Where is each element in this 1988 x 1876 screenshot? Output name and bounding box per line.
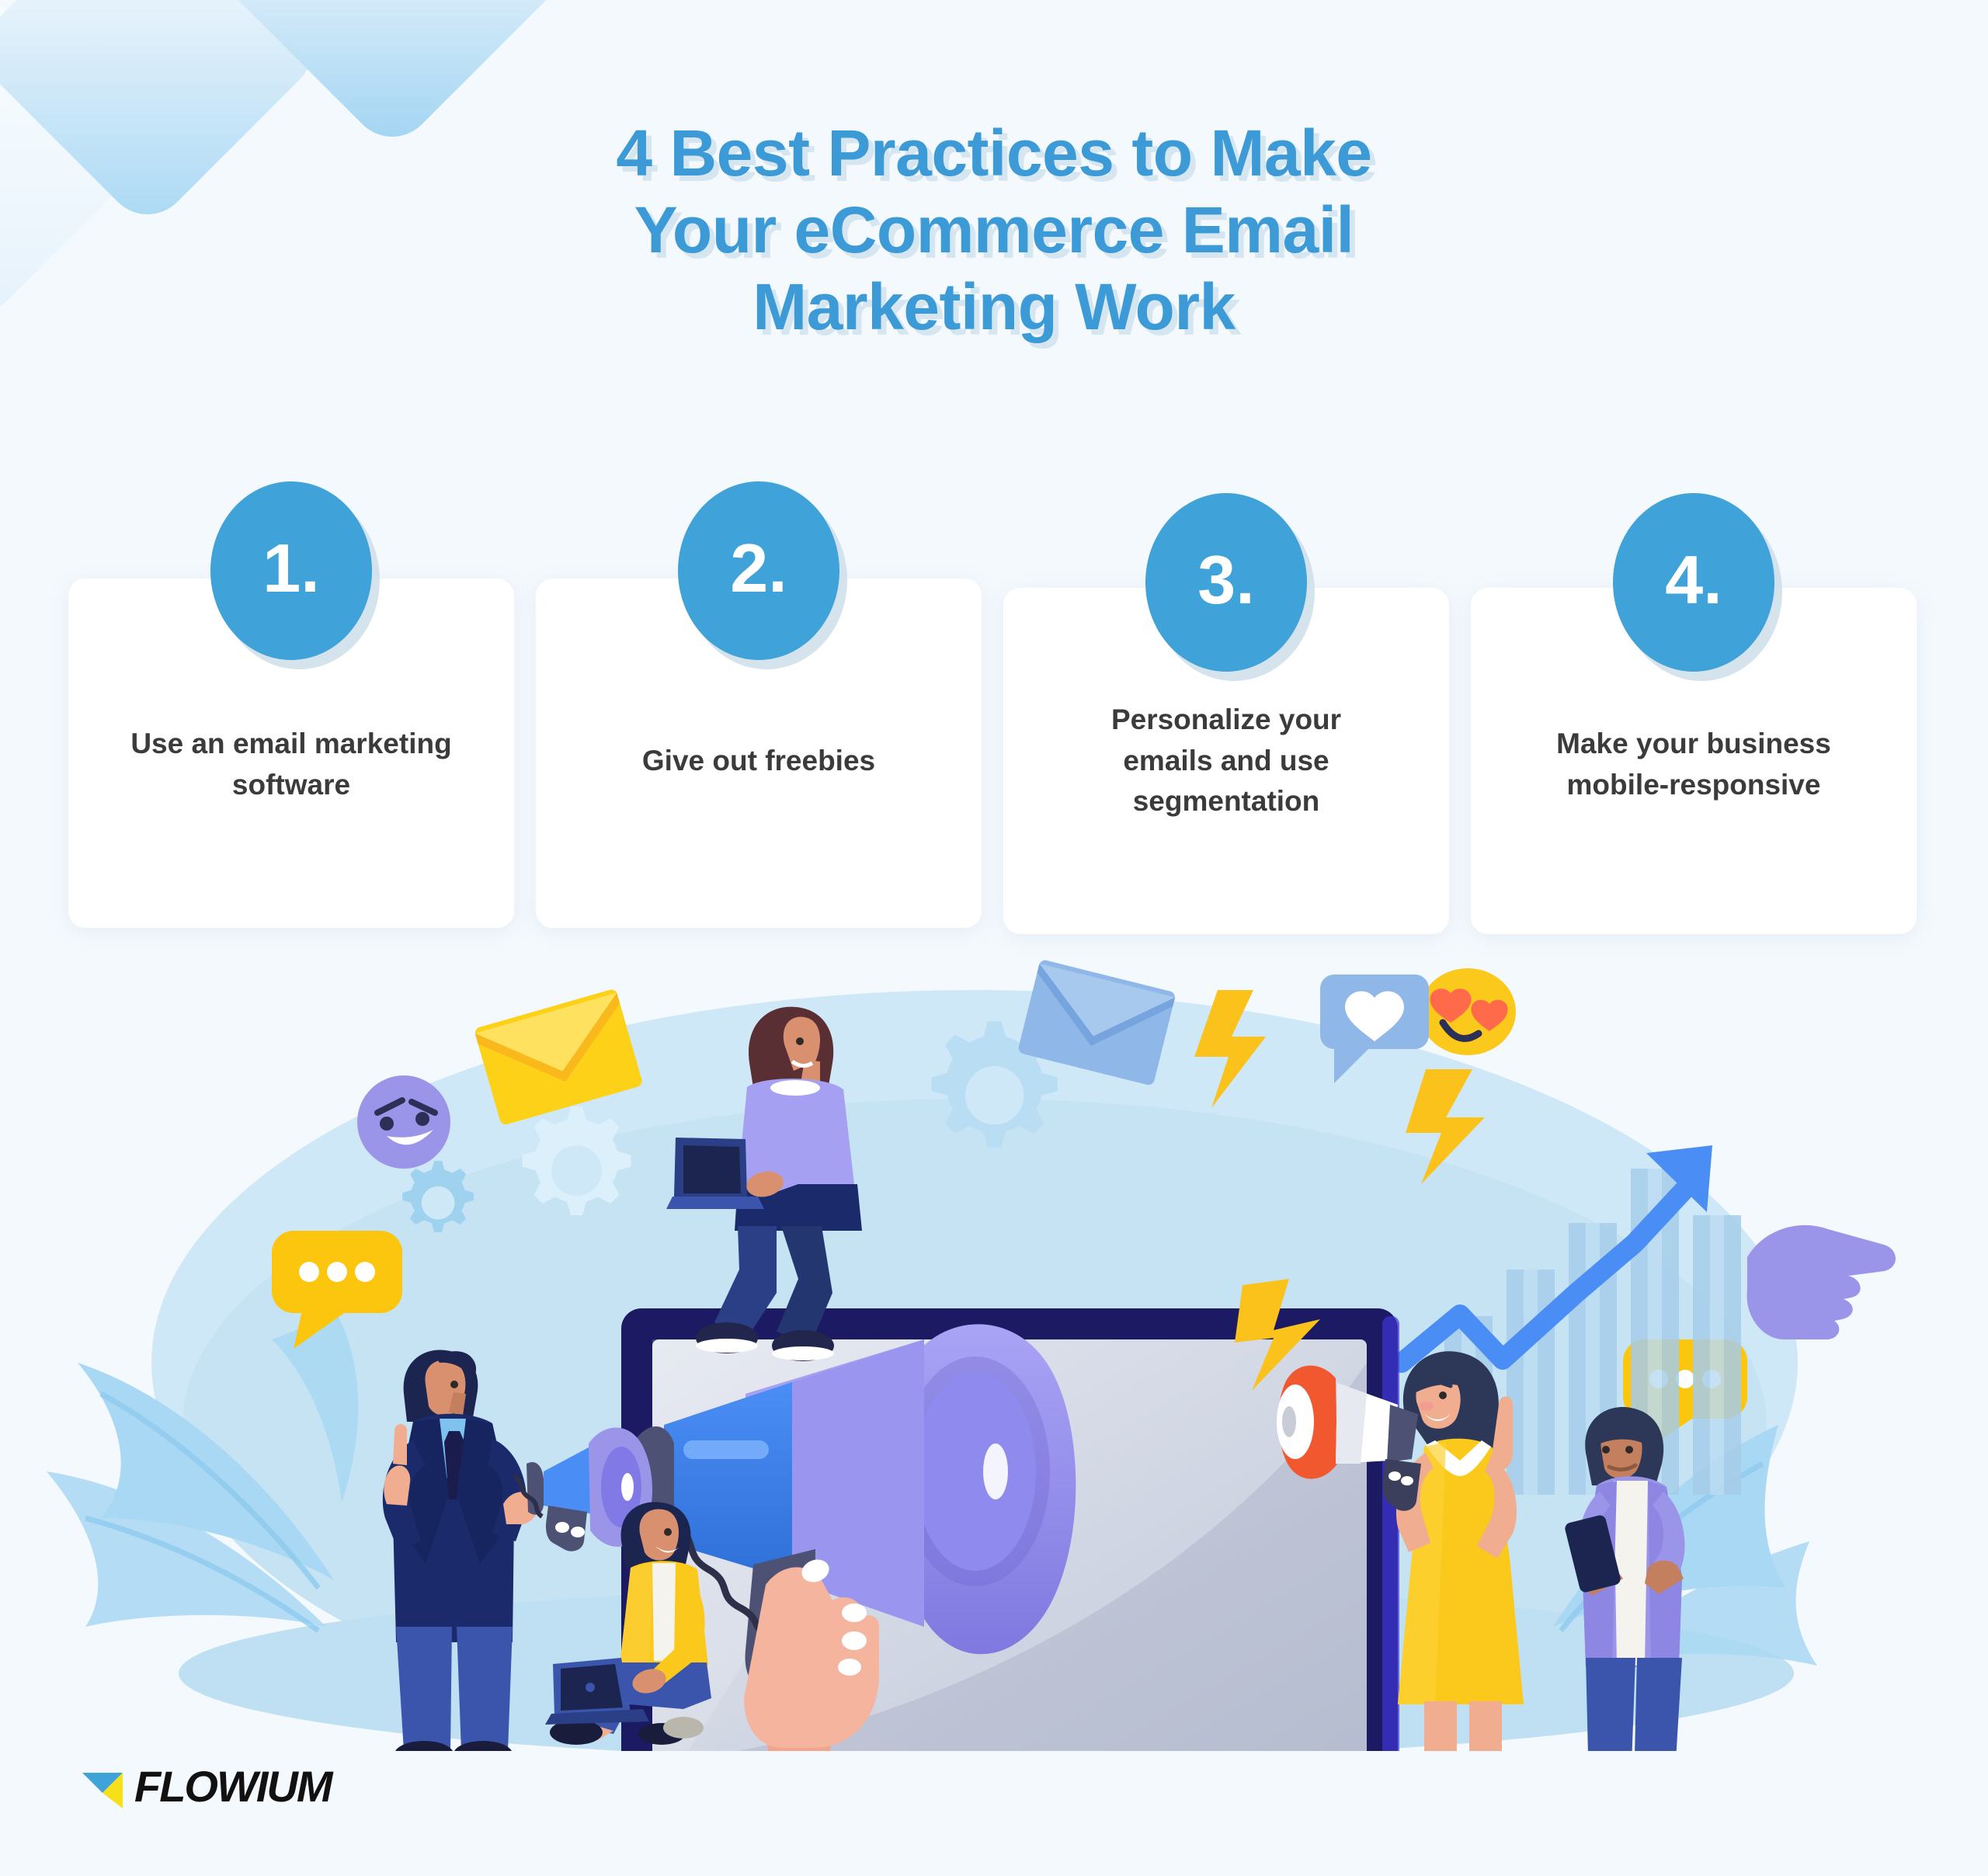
title-line-2: Your eCommerce Email [634, 193, 1354, 267]
practice-card-1: Use an email marketing software 1. [68, 481, 514, 928]
practice-cards: Use an email marketing software 1. Give … [68, 481, 1917, 934]
card-number-badge-4: 4. [1613, 493, 1774, 672]
practice-card-2: Give out freebies 2. [536, 481, 982, 928]
practice-card-4: Make your business mobile-responsive 4. [1471, 493, 1917, 934]
title-line-3: Marketing Work [752, 270, 1236, 344]
smiley-emoji-icon [357, 1075, 450, 1169]
gear-icon [402, 1161, 474, 1232]
page-title: 4 Best Practices to Make Your eCommerce … [443, 115, 1545, 346]
practice-card-3: Personalize your emails and use segmenta… [1003, 493, 1449, 934]
card-number-badge-3: 3. [1145, 493, 1307, 672]
flowium-logo[interactable]: FLOWIUM [81, 1761, 332, 1812]
heart-eyes-emoji-icon [1420, 968, 1516, 1055]
decor-square-3 [0, 0, 153, 332]
card-number-badge-2: 2. [678, 481, 839, 660]
infographic-page: 4 Best Practices to Make Your eCommerce … [0, 0, 1988, 1876]
title-line-1: 4 Best Practices to Make [616, 116, 1372, 189]
decorative-squares [0, 0, 574, 332]
gear-icon [522, 1106, 631, 1215]
pointing-hand-icon [1746, 1225, 1896, 1339]
card-label-3: Personalize your emails and use segmenta… [1110, 704, 1342, 818]
decor-square-1 [0, 0, 329, 232]
card-label-2: Give out freebies [641, 744, 876, 776]
card-label-4: Make your business mobile-responsive [1556, 728, 1831, 801]
flowium-wordmark: FLOWIUM [134, 1762, 332, 1811]
card-label-1: Use an email marketing software [130, 728, 452, 801]
card-number-badge-1: 1. [210, 481, 372, 660]
hero-illustration [0, 928, 1988, 1751]
flowium-mark-icon [82, 1772, 123, 1808]
